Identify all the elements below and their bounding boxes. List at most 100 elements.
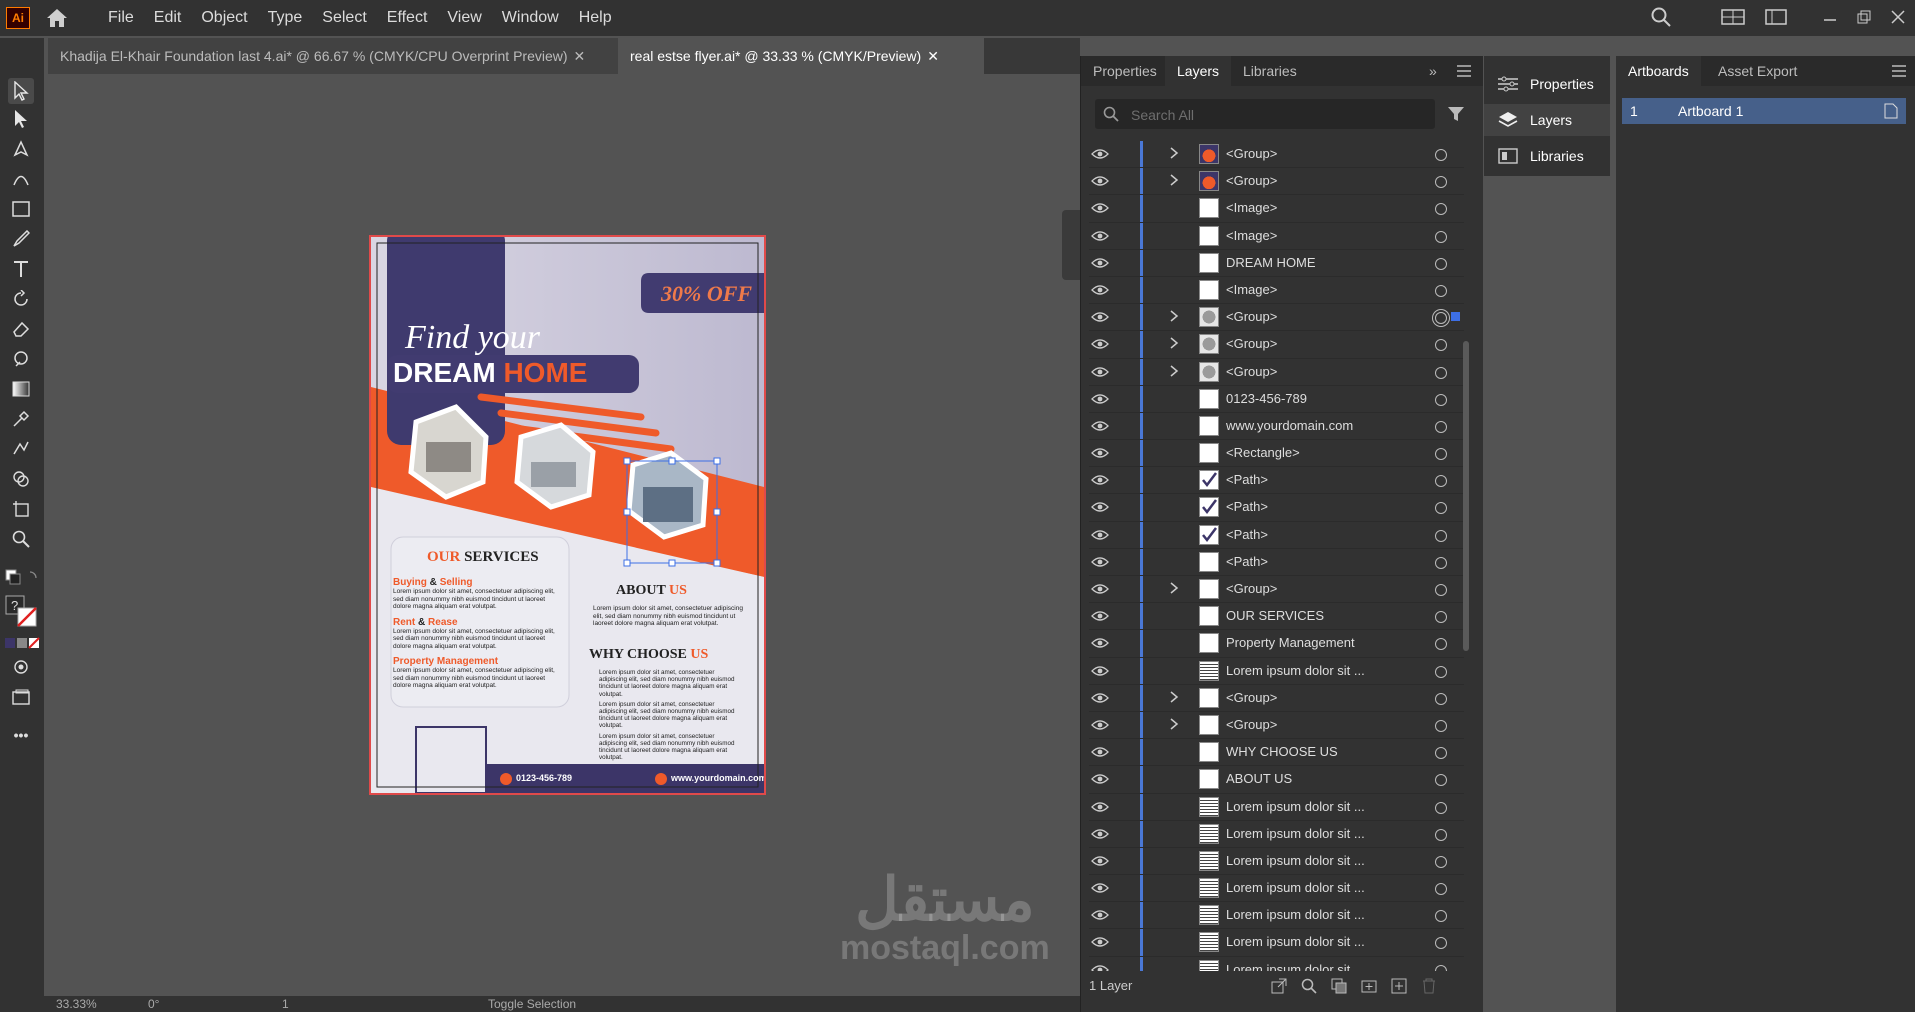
target-circle-icon[interactable]	[1435, 692, 1447, 705]
menu-file[interactable]: File	[98, 0, 144, 36]
layer-row[interactable]: <Path>	[1089, 521, 1464, 549]
layer-name[interactable]: <Group>	[1226, 685, 1277, 711]
layer-row[interactable]: ABOUT US	[1089, 766, 1464, 794]
target-circle-icon[interactable]	[1435, 937, 1447, 950]
target-circle-icon[interactable]	[1435, 665, 1447, 678]
home-icon[interactable]	[46, 8, 68, 31]
layer-name[interactable]: <Path>	[1226, 467, 1268, 493]
chevron-right-icon[interactable]	[1169, 717, 1179, 734]
layer-name[interactable]: <Path>	[1226, 522, 1268, 548]
zoom-level[interactable]: 33.33%	[56, 997, 97, 1011]
layer-row[interactable]: Lorem ipsum dolor sit ...	[1089, 820, 1464, 848]
layer-row[interactable]: Property Management	[1089, 630, 1464, 658]
layer-name[interactable]: <Group>	[1226, 359, 1277, 385]
layer-row[interactable]: <Group>	[1089, 168, 1464, 196]
layer-name[interactable]: <Group>	[1226, 712, 1277, 738]
menu-view[interactable]: View	[437, 0, 491, 36]
locate-object-icon[interactable]	[1301, 978, 1317, 994]
more-tools-icon[interactable]: •••	[8, 722, 34, 748]
layer-row[interactable]: <Group>	[1089, 711, 1464, 740]
chevron-right-icon[interactable]	[1169, 364, 1179, 381]
target-circle-icon[interactable]	[1435, 611, 1447, 624]
status-mode[interactable]: Toggle Selection	[488, 997, 576, 1011]
visibility-eye-icon[interactable]	[1091, 636, 1109, 652]
type-tool-icon[interactable]	[8, 256, 34, 282]
layer-row[interactable]: <Path>	[1089, 494, 1464, 522]
rotate-tool-icon[interactable]	[8, 286, 34, 312]
artboard-row[interactable]: 1 Artboard 1	[1622, 98, 1906, 124]
layer-row[interactable]: Lorem ipsum dolor sit ...	[1089, 793, 1464, 821]
layer-row[interactable]: <Rectangle>	[1089, 440, 1464, 468]
layer-name[interactable]: 0123-456-789	[1226, 386, 1307, 412]
search-input[interactable]	[1129, 103, 1423, 127]
target-circle-icon[interactable]	[1435, 366, 1447, 379]
target-circle-icon[interactable]	[1435, 176, 1447, 189]
visibility-eye-icon[interactable]	[1091, 718, 1109, 734]
target-circle-icon[interactable]	[1435, 339, 1447, 352]
layer-name[interactable]: Lorem ipsum dolor sit ...	[1226, 875, 1365, 901]
visibility-eye-icon[interactable]	[1091, 365, 1109, 381]
close-window-icon[interactable]	[1891, 9, 1905, 27]
chevron-right-icon[interactable]	[1169, 173, 1179, 190]
target-circle-icon[interactable]	[1435, 828, 1447, 841]
layer-row[interactable]: <Group>	[1089, 304, 1464, 332]
layer-name[interactable]: <Group>	[1226, 141, 1277, 167]
color-mode-icons[interactable]	[4, 636, 40, 649]
layers-scrollbar[interactable]	[1461, 141, 1471, 971]
warp-tool-icon[interactable]	[8, 346, 34, 372]
layer-name[interactable]: <Path>	[1226, 549, 1268, 575]
target-circle-icon[interactable]	[1435, 230, 1447, 243]
menu-type[interactable]: Type	[258, 0, 313, 36]
menu-edit[interactable]: Edit	[144, 0, 192, 36]
layer-name[interactable]: Lorem ipsum dolor sit ...	[1226, 929, 1365, 955]
search-icon[interactable]	[1651, 7, 1671, 30]
target-circle-icon[interactable]	[1435, 910, 1447, 923]
layer-row[interactable]: OUR SERVICES	[1089, 603, 1464, 631]
workspace-icon[interactable]	[1765, 8, 1787, 28]
eyedropper-tool-icon[interactable]	[8, 406, 34, 432]
layer-name[interactable]: Property Management	[1226, 630, 1355, 656]
target-circle-icon[interactable]	[1435, 801, 1447, 814]
chevron-right-icon[interactable]	[1169, 581, 1179, 598]
panel-menu-icon[interactable]	[1892, 64, 1906, 80]
layer-row[interactable]: <Path>	[1089, 467, 1464, 495]
mini-properties[interactable]: Properties	[1484, 68, 1610, 100]
artboard-options-icon[interactable]	[1884, 103, 1898, 119]
menu-help[interactable]: Help	[569, 0, 622, 36]
layer-row[interactable]: Lorem ipsum dolor sit ...	[1089, 847, 1464, 876]
selection-tool-icon[interactable]	[8, 78, 34, 104]
collapsed-panel-tab[interactable]	[1062, 210, 1080, 280]
target-circle-icon[interactable]	[1435, 284, 1447, 297]
visibility-eye-icon[interactable]	[1091, 745, 1109, 761]
gradient-tool-icon[interactable]	[8, 376, 34, 402]
target-circle-icon[interactable]	[1435, 502, 1447, 515]
visibility-eye-icon[interactable]	[1091, 772, 1109, 788]
pen-tool-icon[interactable]	[8, 136, 34, 162]
visibility-eye-icon[interactable]	[1091, 147, 1109, 163]
menu-window[interactable]: Window	[492, 0, 569, 36]
new-layer-icon[interactable]	[1391, 978, 1407, 994]
target-circle-icon[interactable]	[1435, 393, 1447, 406]
swap-colors-icon[interactable]	[4, 568, 38, 588]
filter-icon[interactable]	[1447, 106, 1465, 125]
screen-mode-icon[interactable]	[8, 684, 34, 710]
layer-row[interactable]: <Group>	[1089, 331, 1464, 359]
layer-row[interactable]: Lorem ipsum dolor sit ...	[1089, 956, 1464, 971]
menu-object[interactable]: Object	[191, 0, 257, 36]
target-circle-icon[interactable]	[1435, 584, 1447, 596]
menu-select[interactable]: Select	[312, 0, 376, 36]
visibility-eye-icon[interactable]	[1091, 256, 1109, 272]
layer-row[interactable]: <Group>	[1089, 358, 1464, 386]
layer-row[interactable]: <Group>	[1089, 576, 1464, 604]
visibility-eye-icon[interactable]	[1091, 664, 1109, 680]
layer-name[interactable]: <Group>	[1226, 331, 1277, 357]
visibility-eye-icon[interactable]	[1091, 827, 1109, 843]
restore-icon[interactable]	[1857, 10, 1871, 27]
target-circle-icon[interactable]	[1435, 556, 1447, 569]
visibility-eye-icon[interactable]	[1091, 800, 1109, 816]
zoom-tool-icon[interactable]	[8, 526, 34, 552]
visibility-eye-icon[interactable]	[1091, 582, 1109, 598]
close-icon[interactable]: ✕	[574, 48, 586, 64]
visibility-eye-icon[interactable]	[1091, 528, 1109, 544]
curvature-tool-icon[interactable]	[8, 166, 34, 192]
